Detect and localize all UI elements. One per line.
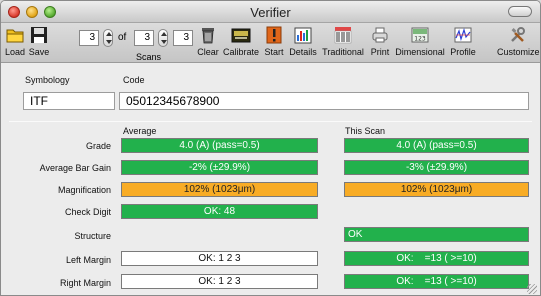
exclamation-icon bbox=[266, 26, 282, 44]
right-margin-label: Right Margin bbox=[59, 278, 111, 288]
tools-icon bbox=[511, 27, 525, 42]
printer-icon bbox=[372, 27, 388, 43]
details-label: Details bbox=[289, 47, 317, 57]
toolbar: Load Save 3 of 3 3 Scans Clear Calibrate… bbox=[1, 23, 540, 63]
window-title: Verifier bbox=[250, 5, 291, 20]
magnification-average-value: 102% (1023μm) bbox=[121, 182, 318, 197]
left-margin-scan-value: OK: =13 ( >=10) bbox=[344, 251, 529, 266]
right-margin-average-value: OK: 1 2 3 bbox=[121, 274, 318, 289]
details-chart-icon bbox=[294, 27, 312, 44]
average-column-header: Average bbox=[123, 126, 157, 136]
profile-label: Profile bbox=[450, 47, 476, 57]
profile-button[interactable]: Profile bbox=[448, 25, 478, 57]
scans-label: Scans bbox=[136, 52, 162, 62]
left-margin-average-value: OK: 1 2 3 bbox=[121, 251, 318, 266]
of-label: of bbox=[118, 32, 127, 43]
current-scan-stepper[interactable] bbox=[103, 29, 113, 47]
customize-button[interactable]: Customize bbox=[497, 25, 540, 57]
trash-can-icon bbox=[202, 28, 214, 44]
separator bbox=[9, 121, 532, 122]
floppy-disk-icon bbox=[31, 27, 47, 43]
print-button[interactable]: Print bbox=[369, 25, 391, 57]
bar-gain-average-value: -2% (±29.9%) bbox=[121, 160, 318, 175]
clear-label: Clear bbox=[197, 47, 219, 57]
grade-scan-value: 4.0 (A) (pass=0.5) bbox=[344, 138, 529, 153]
dimensional-icon: 123 bbox=[411, 27, 429, 43]
magnification-label: Magnification bbox=[57, 185, 111, 195]
symbology-label: Symbology bbox=[25, 75, 70, 85]
customize-label: Customize bbox=[497, 47, 540, 57]
symbology-field[interactable]: ITF bbox=[23, 92, 115, 110]
left-margin-label: Left Margin bbox=[65, 255, 111, 265]
profile-graph-icon bbox=[454, 27, 472, 43]
calibrate-button[interactable]: Calibrate bbox=[223, 25, 259, 57]
verifier-window: Verifier Load Save 3 of 3 3 Scans Clear … bbox=[0, 0, 541, 296]
title-bar: Verifier bbox=[1, 1, 540, 23]
average-bar-gain-label: Average Bar Gain bbox=[39, 163, 111, 173]
calibration-card-icon bbox=[231, 28, 251, 43]
grade-average-value: 4.0 (A) (pass=0.5) bbox=[121, 138, 318, 153]
total-scans-stepper[interactable] bbox=[158, 29, 168, 47]
print-label: Print bbox=[370, 47, 390, 57]
main-panel: Symbology Code ITF 05012345678900 Averag… bbox=[1, 64, 540, 295]
details-button[interactable]: Details bbox=[289, 25, 317, 57]
structure-scan-value: OK bbox=[344, 227, 529, 242]
load-label: Load bbox=[4, 47, 26, 57]
check-digit-label: Check Digit bbox=[64, 207, 111, 217]
code-field[interactable]: 05012345678900 bbox=[119, 92, 529, 110]
calibrate-label: Calibrate bbox=[223, 47, 260, 57]
structure-label: Structure bbox=[74, 231, 111, 241]
total-scans-field[interactable]: 3 bbox=[134, 30, 154, 46]
save-button[interactable]: Save bbox=[28, 25, 50, 57]
clear-button[interactable]: Clear bbox=[195, 25, 221, 57]
dimensional-label: Dimensional bbox=[395, 47, 445, 57]
this-scan-column-header: This Scan bbox=[345, 126, 386, 136]
code-label: Code bbox=[123, 75, 145, 85]
scan-count-field[interactable]: 3 bbox=[173, 30, 193, 46]
traditional-button[interactable]: Traditional bbox=[321, 25, 365, 57]
traditional-label: Traditional bbox=[322, 47, 364, 57]
dimensional-button[interactable]: 123 Dimensional bbox=[395, 25, 445, 57]
current-scan-field[interactable]: 3 bbox=[79, 30, 99, 46]
load-button[interactable]: Load bbox=[4, 25, 26, 57]
start-button[interactable]: Start bbox=[262, 25, 286, 57]
start-label: Start bbox=[264, 47, 284, 57]
grade-label: Grade bbox=[85, 141, 111, 151]
resize-grip[interactable] bbox=[527, 284, 537, 294]
save-label: Save bbox=[28, 47, 50, 57]
barcode-icon bbox=[334, 27, 352, 44]
folder-icon bbox=[6, 29, 24, 43]
toolbar-toggle-button[interactable] bbox=[508, 6, 532, 17]
magnification-scan-value: 102% (1023μm) bbox=[344, 182, 529, 197]
bar-gain-scan-value: -3% (±29.9%) bbox=[344, 160, 529, 175]
check-digit-average-value: OK: 48 bbox=[121, 204, 318, 219]
svg-text:123: 123 bbox=[414, 36, 426, 43]
right-margin-scan-value: OK: =13 ( >=10) bbox=[344, 274, 529, 289]
